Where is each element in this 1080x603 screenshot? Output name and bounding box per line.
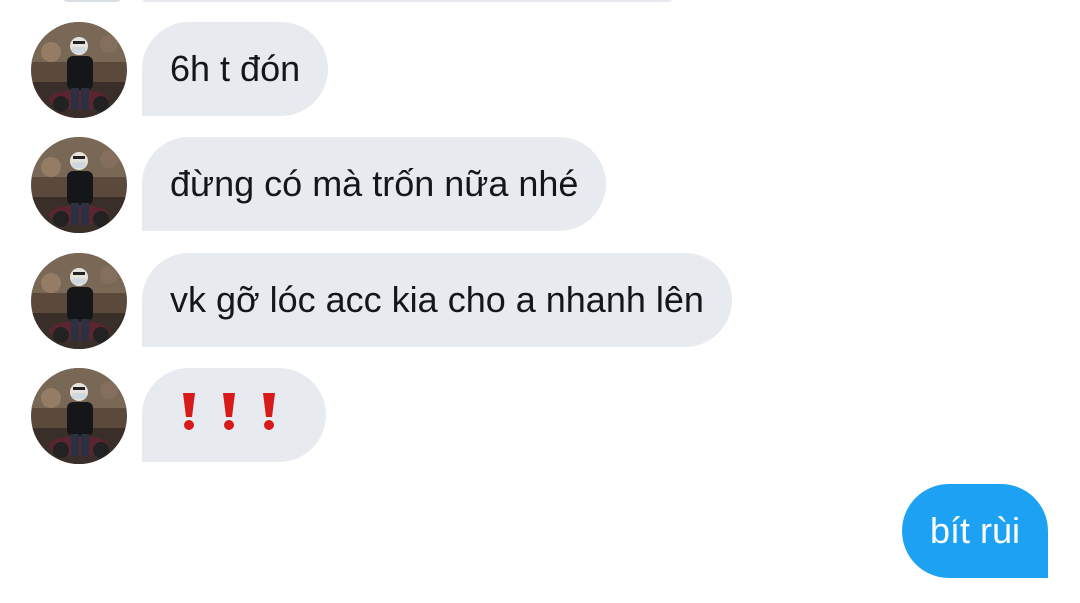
avatar[interactable] (31, 368, 127, 464)
message-thread: 6h t đón đừng có mà trốn nữa nhé vk gỡ l… (0, 0, 1080, 603)
exclamation-icon (262, 391, 276, 440)
avatar-photo-icon (31, 368, 127, 464)
message-row: đừng có mà trốn nữa nhé (0, 137, 900, 233)
message-row: vk gỡ lóc acc kia cho a nhanh lên (0, 253, 900, 349)
avatar-photo-icon (31, 137, 127, 233)
message-text: 6h t đón (170, 48, 301, 89)
outgoing-message-bubble[interactable]: bít rùi (902, 484, 1048, 578)
message-text: vk gỡ lóc acc kia cho a nhanh lên (170, 279, 704, 320)
avatar-photo-icon (31, 253, 127, 349)
exclamation-icon (182, 391, 196, 440)
incoming-message-bubble[interactable] (142, 368, 326, 462)
message-row: 6h t đón (0, 22, 900, 118)
incoming-message-bubble[interactable]: vk gỡ lóc acc kia cho a nhanh lên (142, 253, 732, 347)
incoming-message-bubble[interactable]: đừng có mà trốn nữa nhé (142, 137, 607, 231)
message-text: bít rùi (929, 510, 1021, 551)
message-row (0, 368, 900, 464)
message-text: đừng có mà trốn nữa nhé (170, 163, 579, 204)
avatar[interactable] (31, 22, 127, 118)
avatar-photo-icon (31, 22, 127, 118)
avatar[interactable] (31, 253, 127, 349)
avatar[interactable] (31, 137, 127, 233)
exclamation-icon (222, 391, 236, 440)
incoming-message-bubble[interactable]: 6h t đón (142, 22, 329, 116)
